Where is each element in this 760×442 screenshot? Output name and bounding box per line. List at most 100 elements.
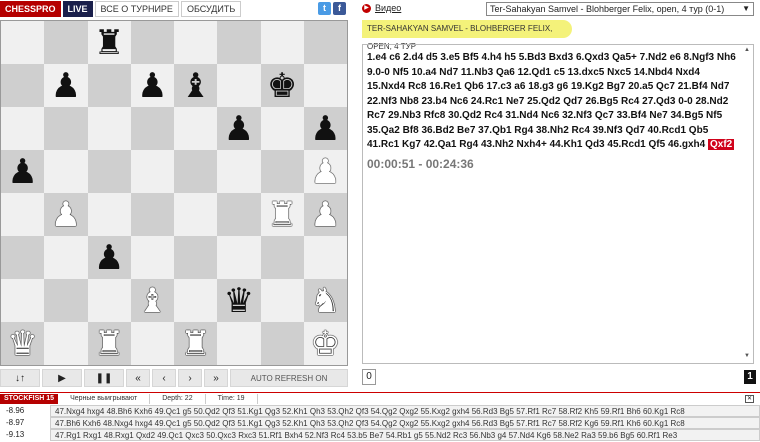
board-square[interactable] [130, 150, 174, 193]
board-square[interactable]: ♟ [1, 150, 45, 193]
scroll-down-icon[interactable]: ▼ [743, 353, 751, 361]
black-pawn-icon[interactable]: ♟ [137, 69, 167, 103]
board-square[interactable]: ♞ [303, 279, 347, 322]
board-square[interactable] [44, 279, 88, 322]
last-move-button[interactable]: » [204, 369, 228, 387]
video-link[interactable]: ▶ Видео [362, 3, 401, 13]
board-square[interactable]: ♟ [44, 193, 88, 236]
flip-board-button[interactable]: ↓↑ [0, 369, 40, 387]
board-square[interactable] [217, 236, 261, 279]
game-select[interactable]: Ter-Sahakyan Samvel - Blohberger Felix, … [486, 2, 754, 16]
board-square[interactable] [260, 107, 304, 150]
board-square[interactable]: ♟ [303, 150, 347, 193]
tab-discuss[interactable]: ОБСУДИТЬ [180, 1, 242, 17]
board-square[interactable]: ♜ [87, 322, 131, 365]
black-bishop-icon[interactable]: ♝ [180, 69, 210, 103]
board-square[interactable] [217, 193, 261, 236]
black-king-icon[interactable]: ♚ [267, 69, 297, 103]
board-square[interactable] [87, 193, 131, 236]
next-move-button[interactable]: › [178, 369, 202, 387]
close-icon[interactable]: ✕ [745, 395, 754, 403]
board-square[interactable] [130, 236, 174, 279]
black-rook-icon[interactable]: ♜ [94, 26, 124, 60]
board-square[interactable] [130, 107, 174, 150]
board-square[interactable] [303, 64, 347, 107]
board-square[interactable]: ♛ [217, 279, 261, 322]
board-square[interactable] [260, 21, 304, 64]
white-rook-icon[interactable]: ♜ [94, 327, 124, 361]
board-square[interactable] [260, 236, 304, 279]
board-square[interactable] [44, 322, 88, 365]
board-square[interactable] [303, 236, 347, 279]
scrollbar[interactable]: ▲ ▼ [743, 47, 751, 361]
facebook-icon[interactable]: f [333, 2, 346, 15]
board-square[interactable]: ♟ [303, 107, 347, 150]
board-square[interactable] [217, 21, 261, 64]
board-square[interactable]: ♚ [303, 322, 347, 365]
board-square[interactable] [260, 279, 304, 322]
board-square[interactable] [87, 150, 131, 193]
white-rook-icon[interactable]: ♜ [267, 198, 297, 232]
white-knight-icon[interactable]: ♞ [310, 284, 340, 318]
page-input[interactable]: 0 [362, 369, 376, 385]
black-pawn-icon[interactable]: ♟ [310, 112, 340, 146]
white-pawn-icon[interactable]: ♟ [51, 198, 81, 232]
white-pawn-icon[interactable]: ♟ [310, 198, 340, 232]
board-square[interactable] [174, 236, 218, 279]
tab-live[interactable]: LIVE [62, 1, 93, 17]
board-square[interactable] [1, 107, 45, 150]
pause-button[interactable]: ❚❚ [84, 369, 124, 387]
black-pawn-icon[interactable]: ♟ [94, 241, 124, 275]
tab-tournament-info[interactable]: ВСЕ О ТУРНИРЕ [94, 1, 179, 17]
tab-chesspro[interactable]: CHESSPRO [0, 1, 61, 17]
board-square[interactable] [174, 150, 218, 193]
board-square[interactable] [1, 279, 45, 322]
board-square[interactable] [174, 107, 218, 150]
board-square[interactable]: ♛ [1, 322, 45, 365]
current-move[interactable]: Qxf2 [708, 139, 735, 150]
board-square[interactable]: ♟ [303, 193, 347, 236]
board-square[interactable] [1, 21, 45, 64]
board-square[interactable] [1, 193, 45, 236]
board-square[interactable] [217, 322, 261, 365]
board-square[interactable] [44, 236, 88, 279]
auto-refresh-toggle[interactable]: AUTO REFRESH ON [230, 369, 348, 387]
board-square[interactable]: ♝ [174, 64, 218, 107]
board-square[interactable] [44, 150, 88, 193]
board-square[interactable] [1, 236, 45, 279]
board-square[interactable] [44, 107, 88, 150]
black-pawn-icon[interactable]: ♟ [224, 112, 254, 146]
board-square[interactable]: ♟ [44, 64, 88, 107]
board-square[interactable]: ♚ [260, 64, 304, 107]
chess-board[interactable]: ♜ ♟ ♟ ♝ ♚ ♟ ♟ ♟ ♟ ♟ ♜ ♟ ♟ ♝ ♛ ♞ ♛ ♜ ♜ ♚ [0, 20, 348, 366]
board-square[interactable] [174, 279, 218, 322]
board-square[interactable] [87, 64, 131, 107]
board-square[interactable] [44, 21, 88, 64]
board-square[interactable] [174, 21, 218, 64]
page-number[interactable]: 1 [744, 370, 756, 384]
board-square[interactable]: ♟ [217, 107, 261, 150]
black-pawn-icon[interactable]: ♟ [7, 155, 37, 189]
board-square[interactable] [174, 193, 218, 236]
board-square[interactable] [87, 107, 131, 150]
board-square[interactable] [87, 279, 131, 322]
board-square[interactable] [260, 322, 304, 365]
white-bishop-icon[interactable]: ♝ [137, 284, 167, 318]
board-square[interactable] [303, 21, 347, 64]
board-square[interactable] [217, 150, 261, 193]
play-button[interactable]: ▶ [42, 369, 82, 387]
first-move-button[interactable]: « [126, 369, 150, 387]
board-square[interactable]: ♝ [130, 279, 174, 322]
board-square[interactable]: ♟ [87, 236, 131, 279]
board-square[interactable] [130, 193, 174, 236]
move-list[interactable]: 1.e4 c6 2.d4 d5 3.e5 Bf5 4.h4 h5 5.Bd3 B… [367, 51, 739, 153]
board-square[interactable]: ♜ [260, 193, 304, 236]
scroll-up-icon[interactable]: ▲ [743, 47, 751, 55]
board-square[interactable]: ♟ [130, 64, 174, 107]
board-square[interactable] [130, 21, 174, 64]
black-queen-icon[interactable]: ♛ [224, 284, 254, 318]
board-square[interactable] [1, 64, 45, 107]
board-square[interactable] [130, 322, 174, 365]
board-square[interactable]: ♜ [174, 322, 218, 365]
white-rook-icon[interactable]: ♜ [180, 327, 210, 361]
